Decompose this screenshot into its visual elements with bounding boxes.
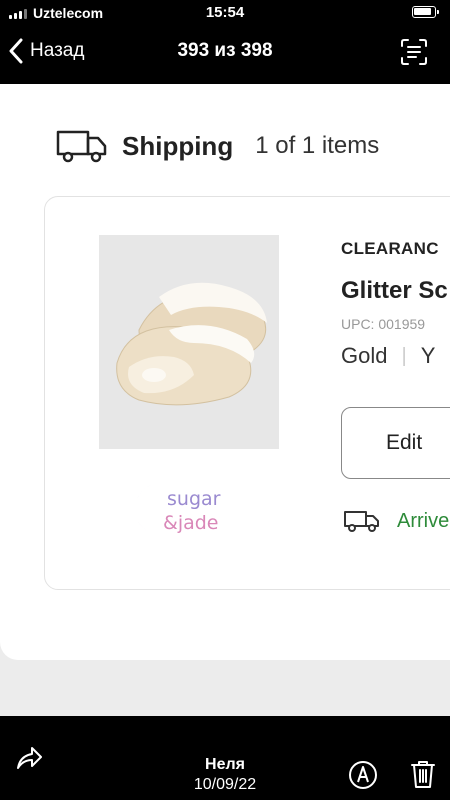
status-time: 15:54 — [205, 4, 245, 21]
edit-button[interactable]: Edit — [341, 407, 450, 479]
back-button[interactable]: Назад — [8, 38, 84, 64]
delivery-truck-icon — [344, 511, 379, 532]
screenshot-content: Shipping 1 of 1 items sugar &jade CLEARA… — [0, 84, 450, 716]
product-size: Y — [420, 343, 436, 368]
svg-text:sugar: sugar — [167, 488, 221, 510]
bottom-toolbar: Неля 10/09/22 — [0, 716, 450, 800]
svg-text:&jade: &jade — [163, 512, 219, 534]
brand-logo: sugar &jade — [137, 483, 221, 535]
product-upc: UPC: 001959 — [341, 316, 426, 332]
shipping-panel: Shipping 1 of 1 items sugar &jade CLEARA… — [0, 84, 450, 660]
nav-bar: Назад 393 из 398 — [0, 26, 450, 84]
back-label: Назад — [30, 40, 85, 61]
shipping-header: Shipping 1 of 1 items — [56, 128, 379, 164]
variant-divider: | — [401, 344, 407, 367]
product-variant: Gold | Y — [341, 343, 435, 369]
chevron-left-icon — [9, 38, 23, 64]
product-image[interactable] — [99, 235, 279, 449]
status-bar: Uztelecom 15:54 — [0, 0, 450, 26]
truck-icon — [56, 130, 107, 163]
shipping-title: Shipping — [122, 130, 234, 161]
battery-icon — [412, 6, 439, 18]
photo-date: 10/09/22 — [193, 776, 257, 793]
share-icon[interactable] — [14, 742, 44, 772]
item-card: sugar &jade CLEARANC Glitter Sc UPC: 001… — [44, 196, 450, 590]
text-scan-icon[interactable] — [400, 38, 428, 66]
sender-name: Неля — [205, 756, 245, 773]
shipping-item-count: 1 of 1 items — [255, 132, 380, 159]
delivery-info: Arrive — [343, 509, 449, 533]
markup-icon[interactable] — [348, 760, 378, 790]
trash-icon[interactable] — [410, 759, 436, 789]
product-color: Gold — [341, 343, 388, 368]
delivery-text: Arrive — [397, 509, 450, 532]
product-name[interactable]: Glitter Sc — [341, 277, 448, 305]
clearance-badge: CLEARANC — [341, 239, 439, 258]
